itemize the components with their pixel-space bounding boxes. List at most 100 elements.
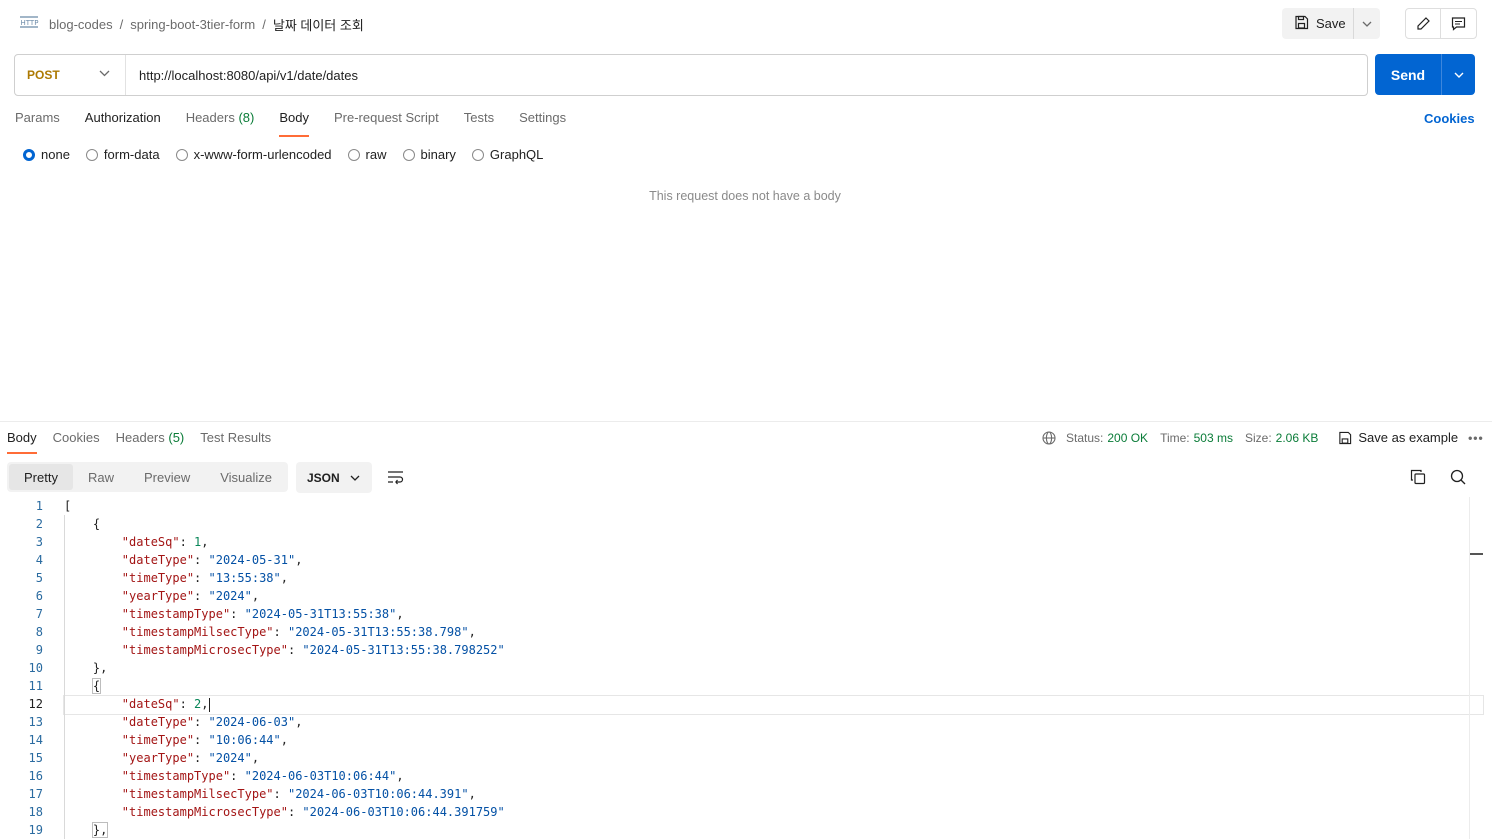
save-button-group: Save — [1282, 8, 1380, 39]
json-value: "2024-05-31T13:55:38" — [244, 607, 397, 621]
save-options-button[interactable] — [1354, 8, 1380, 39]
tab-body[interactable]: Body — [279, 110, 309, 137]
scrollbar-marker — [1470, 553, 1483, 555]
code-line: 9 "timestampMicrosecType": "2024-05-31T1… — [0, 641, 1492, 659]
code-line: 17 "timestampMilsecType": "2024-06-03T10… — [0, 785, 1492, 803]
json-punctuation: , — [396, 607, 404, 621]
json-key: "dateSq" — [121, 697, 180, 711]
code-line: 8 "timestampMilsecType": "2024-05-31T13:… — [0, 623, 1492, 641]
response-tab-test-results[interactable]: Test Results — [200, 430, 271, 452]
code-text: { — [64, 677, 102, 695]
radio-none[interactable]: none — [23, 147, 70, 162]
size-value[interactable]: 2.06 KB — [1276, 431, 1319, 445]
response-headers-count: (5) — [168, 430, 185, 445]
radio-form-data[interactable]: form-data — [85, 147, 160, 162]
json-value: "13:55:38" — [208, 571, 281, 585]
json-value: "2024-06-03T10:06:44.391759" — [302, 805, 505, 819]
json-punctuation: , — [280, 571, 288, 585]
cookies-link[interactable]: Cookies — [1424, 111, 1475, 126]
globe-icon[interactable] — [1042, 430, 1056, 445]
view-visualize[interactable]: Visualize — [205, 464, 287, 490]
response-tab-headers-label: Headers — [115, 430, 165, 445]
code-line: 4 "dateType": "2024-05-31", — [0, 551, 1492, 569]
copy-icon[interactable] — [1410, 469, 1426, 488]
json-punctuation: { — [92, 517, 101, 531]
code-text: "yearType": "2024", — [64, 749, 259, 767]
status-value[interactable]: 200 OK — [1107, 431, 1148, 445]
tab-headers[interactable]: Headers (8) — [186, 110, 255, 134]
request-header: HTTP blog-codes / spring-boot-3tier-form… — [0, 0, 1492, 46]
radio-empty-icon — [85, 148, 98, 161]
tab-authorization[interactable]: Authorization — [85, 110, 161, 134]
breadcrumb-separator: / — [262, 17, 266, 32]
view-preview[interactable]: Preview — [129, 464, 205, 490]
response-body-editor[interactable]: 1[2 {3 "dateSq": 1, 4 "dateType": "2024-0… — [0, 497, 1492, 839]
line-number: 12 — [28, 697, 43, 711]
code-line: 15 "yearType": "2024", — [0, 749, 1492, 767]
radio-urlencoded[interactable]: x-www-form-urlencoded — [175, 147, 332, 162]
code-text: "timeType": "10:06:44", — [64, 731, 288, 749]
response-tab-body[interactable]: Body — [7, 430, 37, 454]
response-tab-headers[interactable]: Headers (5) — [116, 430, 185, 452]
wrap-lines-icon[interactable] — [387, 470, 404, 488]
breadcrumb-collection[interactable]: spring-boot-3tier-form — [130, 17, 255, 32]
tab-settings[interactable]: Settings — [519, 110, 566, 134]
edit-button[interactable] — [1406, 9, 1441, 38]
line-number: 10 — [28, 661, 43, 675]
line-number: 16 — [28, 769, 43, 783]
more-options-icon[interactable]: ••• — [1468, 431, 1484, 445]
search-icon[interactable] — [1450, 469, 1466, 488]
json-punctuation: , — [468, 787, 476, 801]
send-button[interactable]: Send — [1375, 54, 1442, 95]
radio-binary[interactable]: binary — [402, 147, 456, 162]
send-button-group: Send — [1375, 54, 1475, 95]
url-input[interactable] — [126, 56, 1367, 94]
code-text: }, — [64, 659, 107, 677]
radio-none-label: none — [41, 147, 70, 162]
view-pretty[interactable]: Pretty — [9, 464, 73, 490]
response-tab-cookies[interactable]: Cookies — [53, 430, 100, 452]
code-line: 18 "timestampMicrosecType": "2024-06-03T… — [0, 803, 1492, 821]
method-selector[interactable]: POST — [15, 55, 126, 95]
tab-tests[interactable]: Tests — [464, 110, 494, 134]
body-mode-radios: none form-data x-www-form-urlencoded raw… — [23, 147, 559, 162]
http-request-icon: HTTP — [19, 14, 39, 30]
chevron-down-icon — [1454, 72, 1463, 78]
save-button[interactable]: Save — [1282, 8, 1354, 39]
radio-raw[interactable]: raw — [347, 147, 387, 162]
view-raw[interactable]: Raw — [73, 464, 129, 490]
radio-graphql[interactable]: GraphQL — [471, 147, 543, 162]
code-line: 1[ — [0, 497, 1492, 515]
comments-button[interactable] — [1441, 9, 1476, 38]
send-options-button[interactable] — [1442, 54, 1475, 95]
radio-empty-icon — [347, 148, 360, 161]
tab-prerequest-script[interactable]: Pre-request Script — [334, 110, 439, 134]
json-key: "timeType" — [121, 571, 195, 585]
save-as-example-button[interactable]: Save as example — [1338, 430, 1458, 445]
radio-selected-icon — [23, 148, 35, 161]
radio-empty-icon — [175, 148, 188, 161]
code-line: 6 "yearType": "2024", — [0, 587, 1492, 605]
line-number: 1 — [35, 499, 43, 513]
request-name[interactable]: 날짜 데이터 조회 — [273, 15, 364, 34]
code-line: 5 "timeType": "13:55:38", — [0, 569, 1492, 587]
pane-divider[interactable] — [0, 421, 1492, 422]
code-line: 19 }, — [0, 821, 1492, 839]
radio-empty-icon — [471, 148, 484, 161]
json-key: "dateType" — [121, 553, 195, 567]
json-punctuation: , — [468, 625, 476, 639]
tab-params[interactable]: Params — [15, 110, 60, 134]
code-text: "dateType": "2024-05-31", — [64, 551, 303, 569]
time-value[interactable]: 503 ms — [1194, 431, 1233, 445]
format-selector[interactable]: JSON — [296, 462, 372, 493]
json-value: "2024-06-03T10:06:44" — [244, 769, 397, 783]
editor-scrollbar[interactable] — [1469, 497, 1483, 839]
breadcrumb-workspace[interactable]: blog-codes — [49, 17, 113, 32]
